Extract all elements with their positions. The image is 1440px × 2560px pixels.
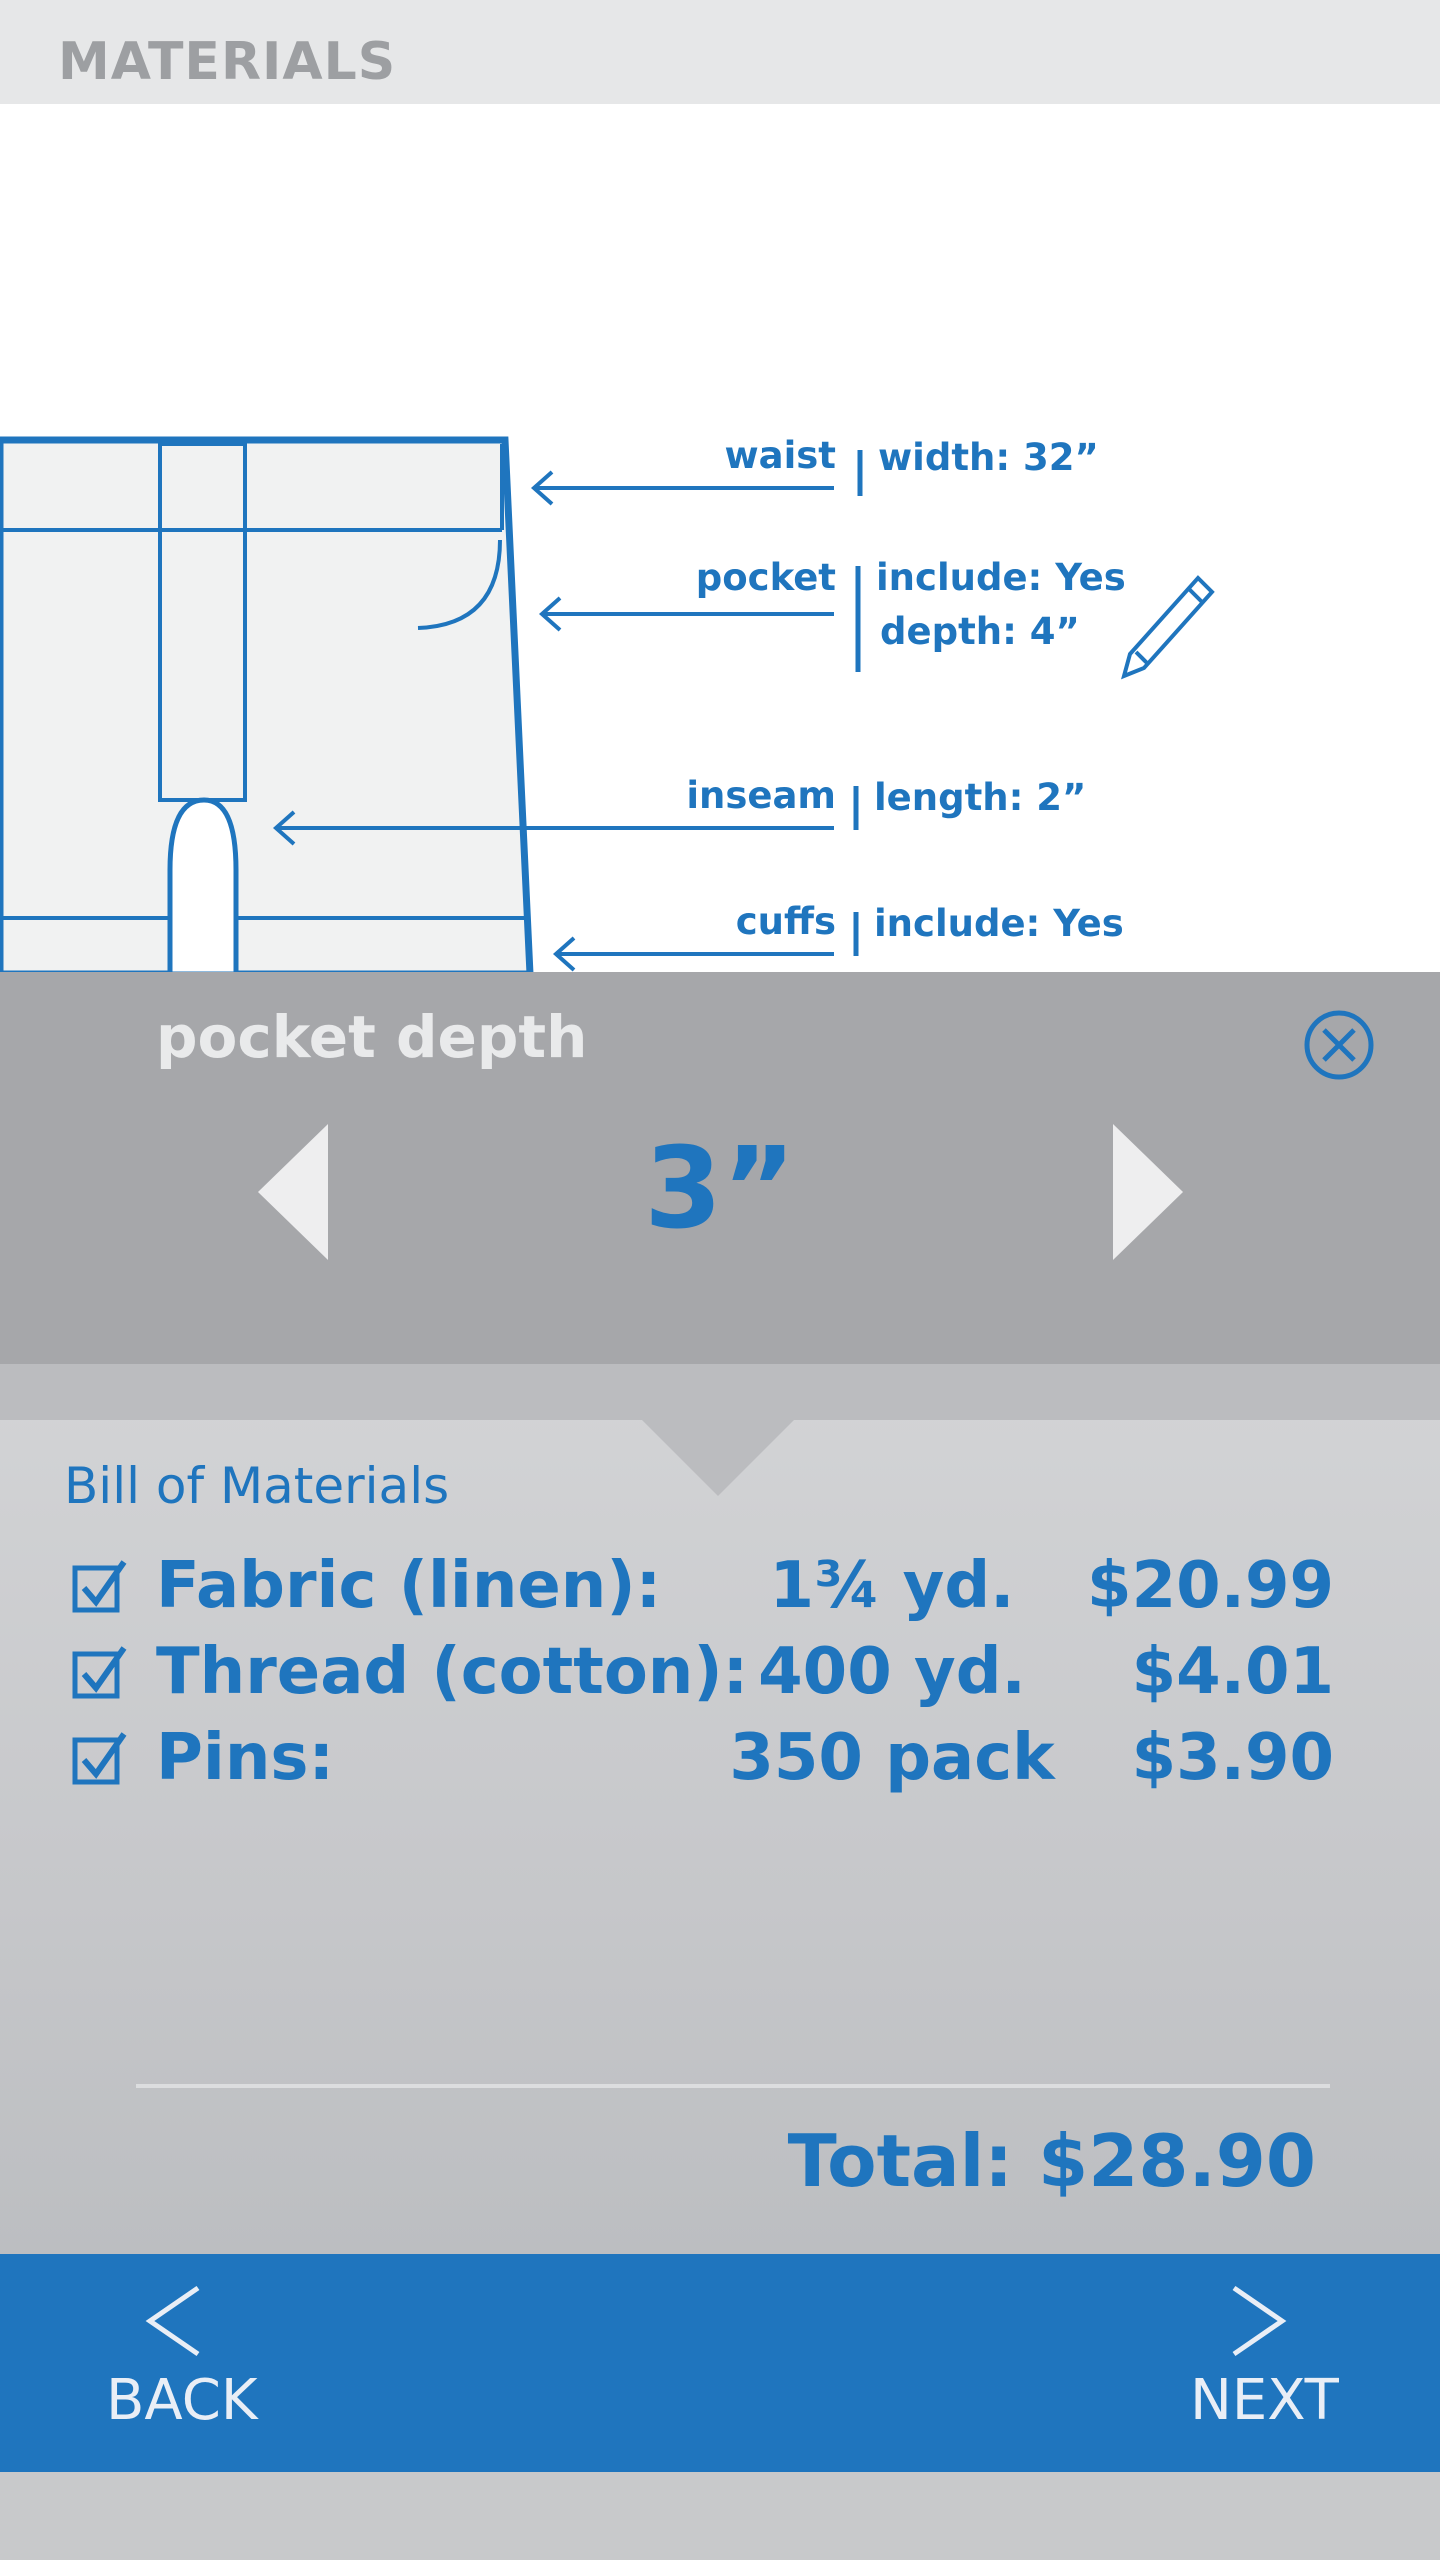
next-label: NEXT xyxy=(1190,2368,1339,2433)
checkbox-checked-icon[interactable] xyxy=(72,1644,128,1700)
bill-item-quantity: 400 yd. xyxy=(758,1635,1026,1709)
pocket-depth-picker: pocket depth 3” xyxy=(0,972,1440,1364)
bill-title: Bill of Materials xyxy=(64,1457,450,1515)
bill-item-name: Fabric (linen): xyxy=(156,1549,662,1623)
decrease-value-arrow-icon[interactable] xyxy=(258,1124,328,1260)
callout-inseam-label: inseam xyxy=(686,774,836,817)
total-divider xyxy=(136,2084,1330,2088)
callout-cuffs-detail: include: Yes xyxy=(874,902,1124,945)
picker-title: pocket depth xyxy=(156,1003,588,1071)
checkbox-checked-icon[interactable] xyxy=(72,1558,128,1614)
picker-pointer-notch xyxy=(638,1416,798,1496)
close-icon[interactable] xyxy=(1302,1008,1376,1082)
bottom-spacer xyxy=(0,2472,1440,2560)
bill-of-materials-panel: Bill of Materials Fabric (linen): 1¾ yd.… xyxy=(0,1364,1440,2254)
page-title: MATERIALS xyxy=(58,32,397,92)
checkbox-checked-icon[interactable] xyxy=(72,1730,128,1786)
callout-pocket-label: pocket xyxy=(695,556,836,599)
increase-value-arrow-icon[interactable] xyxy=(1113,1124,1183,1260)
bill-item-price: $20.99 xyxy=(1087,1549,1334,1623)
bill-item-name: Thread (cotton): xyxy=(156,1635,749,1709)
bottom-nav-bar: BACK NEXT xyxy=(0,2254,1440,2472)
callout-cuffs-label: cuffs xyxy=(735,900,836,943)
bill-row-pins: Pins: 350 pack $3.90 xyxy=(72,1714,1372,1798)
callout-inseam-detail: length: 2” xyxy=(874,776,1087,819)
bill-item-quantity: 1¾ yd. xyxy=(769,1549,1015,1623)
bill-item-quantity: 350 pack xyxy=(729,1721,1055,1795)
chevron-left-icon xyxy=(145,2285,200,2357)
callout-waist-label: waist xyxy=(724,434,836,477)
back-button[interactable]: BACK xyxy=(100,2284,280,2444)
garment-diagram: waist width: 32” pocket include: Yes dep… xyxy=(0,104,1440,974)
bill-total: Total: $28.90 xyxy=(787,2119,1316,2203)
edit-pencil-icon[interactable] xyxy=(1121,575,1215,680)
callout-pocket-detail-include: include: Yes xyxy=(876,556,1126,599)
bill-row-thread: Thread (cotton): 400 yd. $4.01 xyxy=(72,1628,1372,1712)
bill-item-price: $4.01 xyxy=(1131,1635,1334,1709)
app-header: MATERIALS xyxy=(0,0,1440,104)
bill-item-price: $3.90 xyxy=(1131,1721,1334,1795)
callout-waist-detail: width: 32” xyxy=(878,436,1099,479)
bill-row-fabric: Fabric (linen): 1¾ yd. $20.99 xyxy=(72,1542,1372,1626)
garment-outline xyxy=(0,436,534,974)
panel-divider-strip xyxy=(0,1364,1440,1420)
chevron-right-icon xyxy=(1232,2285,1287,2357)
picker-value: 3” xyxy=(644,1124,796,1254)
shorts-pattern-drawing xyxy=(0,436,1215,974)
inseam-gap xyxy=(167,797,239,974)
next-button[interactable]: NEXT xyxy=(1160,2284,1360,2444)
callout-pocket-detail-depth: depth: 4” xyxy=(880,610,1080,653)
bill-item-name: Pins: xyxy=(156,1721,335,1795)
back-label: BACK xyxy=(106,2368,258,2433)
